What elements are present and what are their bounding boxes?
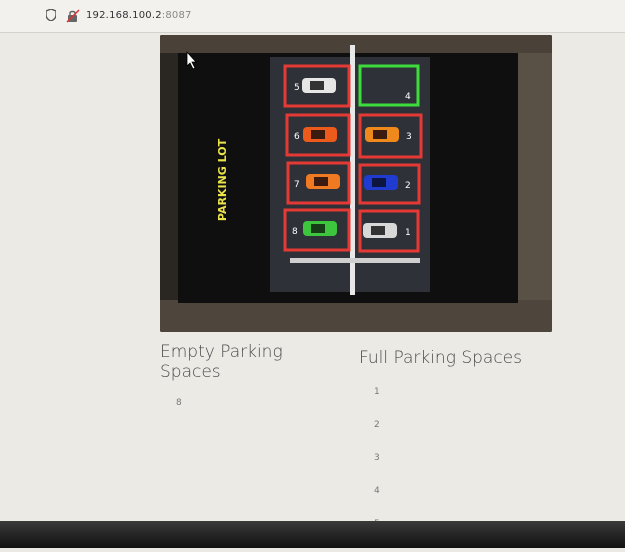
list-item: 3: [374, 453, 380, 463]
space-number: 3: [406, 132, 412, 142]
empty-spaces-heading: Empty Parking Spaces: [160, 342, 283, 382]
space-number: 6: [294, 132, 300, 142]
list-item: 1: [374, 387, 380, 397]
url-text[interactable]: 192.168.100.2:8087: [86, 10, 192, 21]
space-number: 7: [294, 180, 300, 190]
list-item: 2: [374, 420, 380, 430]
parking-lot-label: PARKING LOT: [216, 138, 229, 221]
list-item: 4: [374, 486, 380, 496]
empty-spaces-list: 8: [176, 398, 182, 430]
space-number: 2: [405, 181, 411, 191]
parking-camera-feed: PARKING LOT 5 6 7 8 4 3 2 1: [160, 35, 552, 332]
space-number: 4: [405, 92, 411, 102]
list-item: 8: [176, 398, 182, 408]
space-number: 8: [292, 227, 298, 237]
space-number: 5: [294, 83, 300, 93]
browser-address-bar[interactable]: 192.168.100.2:8087: [0, 0, 625, 33]
full-spaces-heading: Full Parking Spaces: [359, 348, 522, 368]
space-number: 1: [405, 228, 411, 238]
shield-icon[interactable]: [46, 9, 56, 21]
monitor-bezel: [0, 521, 625, 548]
insecure-lock-icon[interactable]: [66, 9, 80, 23]
